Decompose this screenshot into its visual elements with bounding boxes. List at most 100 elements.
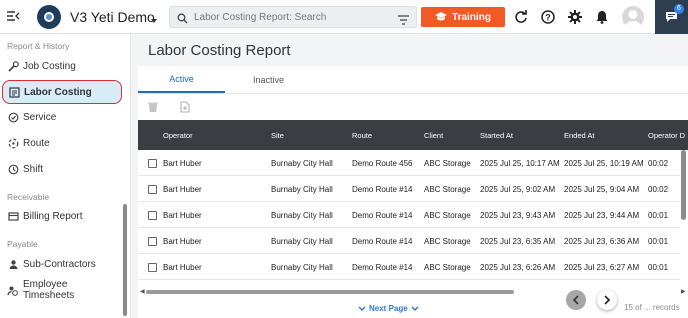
cell-client: ABC Storage bbox=[424, 159, 471, 168]
cell-site: Burnaby City Hall bbox=[271, 185, 333, 194]
cell-started-at: 2025 Jul 25, 10:17 AM bbox=[480, 159, 560, 168]
row-checkbox[interactable] bbox=[148, 237, 157, 246]
tabs-divider bbox=[138, 93, 688, 94]
refresh-icon[interactable] bbox=[514, 10, 528, 24]
chevron-down-icon bbox=[358, 306, 366, 311]
chevron-right-icon bbox=[604, 295, 611, 305]
sidebar-item-billing-report[interactable]: Billing Report bbox=[7, 206, 121, 226]
column-header-started-at[interactable]: Started At bbox=[480, 131, 513, 140]
cell-ended-at: 2025 Jul 23, 6:27 AM bbox=[564, 263, 640, 272]
cell-operator: Bart Huber bbox=[163, 263, 202, 272]
sidebar-item-label: Service bbox=[23, 111, 57, 123]
cell-site: Burnaby City Hall bbox=[271, 263, 333, 272]
table-horizontal-scrollbar[interactable] bbox=[146, 290, 514, 294]
scroll-left-arrow-icon[interactable]: ◀ bbox=[140, 288, 145, 295]
search-bar[interactable] bbox=[169, 6, 417, 28]
column-header-route[interactable]: Route bbox=[352, 131, 372, 140]
next-page-arrow-button[interactable] bbox=[597, 290, 617, 310]
section-label-payable: Payable bbox=[7, 239, 38, 249]
column-header-site[interactable]: Site bbox=[271, 131, 284, 140]
filter-icon[interactable] bbox=[398, 12, 409, 30]
cell-client: ABC Storage bbox=[424, 185, 471, 194]
table-row[interactable]: Bart Huber Burnaby City Hall Demo Route … bbox=[138, 150, 680, 176]
cell-route: Demo Route #14 bbox=[352, 211, 413, 220]
column-header-client[interactable]: Client bbox=[424, 131, 443, 140]
previous-page-button[interactable] bbox=[566, 290, 586, 310]
row-checkbox[interactable] bbox=[148, 185, 157, 194]
export-file-icon[interactable] bbox=[179, 100, 191, 113]
collapse-menu-icon[interactable] bbox=[6, 9, 20, 23]
cell-duration: 00:01 bbox=[648, 237, 669, 246]
chevron-down-icon[interactable] bbox=[150, 12, 158, 23]
cell-ended-at: 2025 Jul 25, 10:19 AM bbox=[564, 159, 644, 168]
report-card: Active Inactive Operator Site Route Clie… bbox=[138, 66, 688, 318]
sidebar-item-service[interactable]: Service bbox=[7, 107, 121, 127]
sidebar-scrollbar[interactable] bbox=[123, 204, 127, 316]
chat-button[interactable]: 6 bbox=[655, 0, 688, 34]
section-label-report-history: Report & History bbox=[7, 41, 70, 51]
sidebar-item-shift[interactable]: Shift bbox=[7, 159, 121, 179]
sidebar-item-label: Employee Timesheets bbox=[22, 279, 75, 301]
scroll-right-arrow-icon[interactable]: ▶ bbox=[681, 288, 686, 295]
app-logo[interactable] bbox=[37, 5, 61, 29]
tab-inactive[interactable]: Inactive bbox=[225, 66, 312, 93]
wrench-icon bbox=[7, 60, 19, 72]
search-input[interactable] bbox=[194, 10, 390, 25]
chevron-down-icon bbox=[411, 306, 419, 311]
billing-icon bbox=[7, 210, 19, 222]
sidebar-item-route[interactable]: Route bbox=[7, 133, 121, 153]
row-checkbox[interactable] bbox=[148, 211, 157, 220]
sidebar: Report & History Job Costing Labor Costi… bbox=[0, 34, 131, 318]
table-row[interactable]: Bart Huber Burnaby City Hall Demo Route … bbox=[138, 254, 680, 280]
cell-ended-at: 2025 Jul 25, 9:04 AM bbox=[564, 185, 640, 194]
cell-started-at: 2025 Jul 23, 6:26 AM bbox=[480, 263, 556, 272]
cell-duration: 00:01 bbox=[648, 211, 669, 220]
timesheet-icon bbox=[7, 284, 19, 296]
contractor-icon bbox=[7, 258, 19, 270]
sidebar-item-labor-costing[interactable]: Labor Costing bbox=[2, 80, 122, 104]
cell-operator: Bart Huber bbox=[163, 211, 202, 220]
route-icon bbox=[7, 137, 19, 149]
app-title[interactable]: V3 Yeti Demo bbox=[70, 9, 155, 25]
table-row[interactable]: Bart Huber Burnaby City Hall Demo Route … bbox=[138, 176, 680, 202]
sidebar-item-job-costing[interactable]: Job Costing bbox=[7, 56, 121, 76]
cell-operator: Bart Huber bbox=[163, 237, 202, 246]
column-header-operator[interactable]: Operator bbox=[163, 131, 193, 140]
column-header-ended-at[interactable]: Ended At bbox=[564, 131, 594, 140]
sidebar-item-sub-contractors[interactable]: Sub-Contractors bbox=[7, 254, 121, 274]
avatar[interactable] bbox=[622, 6, 644, 28]
training-label: Training bbox=[452, 11, 491, 23]
next-page-button[interactable]: Next Page bbox=[358, 304, 419, 313]
table-row[interactable]: Bart Huber Burnaby City Hall Demo Route … bbox=[138, 202, 680, 228]
cell-duration: 00:02 bbox=[648, 185, 669, 194]
top-bar: V3 Yeti Demo Training ? 6 bbox=[0, 0, 688, 34]
table-vertical-scrollbar[interactable] bbox=[681, 150, 686, 220]
row-checkbox[interactable] bbox=[148, 159, 157, 168]
trash-icon[interactable] bbox=[147, 100, 159, 112]
tab-active[interactable]: Active bbox=[138, 66, 225, 93]
sidebar-item-label: Job Costing bbox=[23, 60, 76, 72]
bell-icon[interactable] bbox=[595, 10, 609, 24]
cell-operator: Bart Huber bbox=[163, 185, 202, 194]
gear-icon[interactable] bbox=[568, 10, 582, 24]
sidebar-item-label: Route bbox=[23, 137, 50, 149]
table-header: Operator Site Route Client Started At En… bbox=[138, 120, 688, 150]
clock-icon bbox=[7, 163, 19, 175]
cell-operator: Bart Huber bbox=[163, 159, 202, 168]
column-header-operator-duration[interactable]: Operator D bbox=[648, 131, 685, 140]
service-icon bbox=[7, 111, 19, 123]
cell-duration: 00:02 bbox=[648, 159, 669, 168]
training-button[interactable]: Training bbox=[421, 7, 505, 27]
cell-started-at: 2025 Jul 25, 9:02 AM bbox=[480, 185, 556, 194]
cell-route: Demo Route #14 bbox=[352, 237, 413, 246]
row-checkbox[interactable] bbox=[148, 263, 157, 272]
cell-route: Demo Route #14 bbox=[352, 185, 413, 194]
cell-client: ABC Storage bbox=[424, 263, 471, 272]
search-icon bbox=[177, 11, 188, 29]
table-row[interactable]: Bart Huber Burnaby City Hall Demo Route … bbox=[138, 228, 680, 254]
sidebar-item-employee-timesheets[interactable]: Employee Timesheets bbox=[7, 279, 121, 301]
cell-client: ABC Storage bbox=[424, 211, 471, 220]
cell-started-at: 2025 Jul 23, 6:35 AM bbox=[480, 237, 556, 246]
cell-started-at: 2025 Jul 23, 9:43 AM bbox=[480, 211, 556, 220]
help-icon[interactable]: ? bbox=[541, 10, 555, 24]
